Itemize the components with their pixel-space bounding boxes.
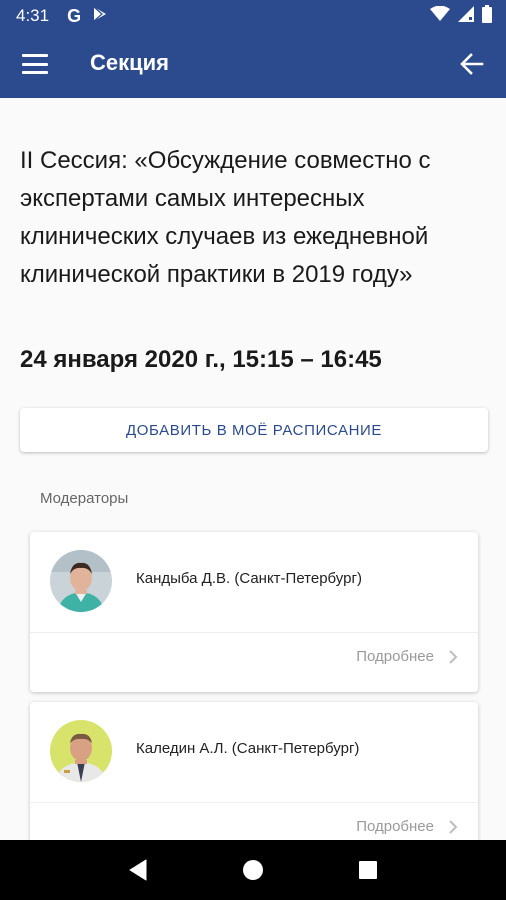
nav-recents-icon[interactable]	[353, 855, 383, 885]
page-title: Секция	[90, 50, 170, 75]
more-label: Подробнее	[356, 648, 434, 665]
more-link[interactable]: Подробнее	[356, 818, 458, 835]
avatar	[50, 550, 112, 612]
battery-icon	[482, 4, 492, 28]
hamburger-menu-icon[interactable]	[22, 54, 48, 74]
system-nav-bar	[0, 840, 506, 900]
google-icon: G	[67, 5, 82, 26]
main-content: II Сессия: «Обсуждение совместно с экспе…	[0, 98, 506, 840]
status-time: 4:31	[16, 6, 50, 25]
status-icons	[430, 4, 492, 28]
moderator-name: Кандыба Д.В. (Санкт-Петербург)	[136, 570, 362, 587]
moderators-section-label: Модераторы	[40, 490, 129, 507]
back-arrow-icon[interactable]	[458, 50, 486, 78]
more-label: Подробнее	[356, 818, 434, 835]
signal-icon	[458, 5, 474, 27]
toolbar: Секция	[0, 32, 506, 98]
moderator-card[interactable]: Кандыба Д.В. (Санкт-Петербург) Подробнее	[30, 532, 478, 692]
status-bar: 4:31 G	[0, 0, 506, 32]
divider	[30, 802, 478, 803]
divider	[30, 632, 478, 633]
avatar	[50, 720, 112, 782]
session-title: II Сессия: «Обсуждение совместно с экспе…	[20, 147, 431, 288]
moderator-card[interactable]: Каледин А.Л. (Санкт-Петербург) Подробнее	[30, 702, 478, 840]
wifi-icon	[430, 5, 450, 27]
nav-home-icon[interactable]	[238, 855, 268, 885]
more-link[interactable]: Подробнее	[356, 648, 458, 665]
chevron-right-icon	[449, 819, 458, 834]
add-to-schedule-button[interactable]: ДОБАВИТЬ В МОЁ РАСПИСАНИЕ	[20, 408, 488, 452]
moderator-name: Каледин А.Л. (Санкт-Петербург)	[136, 740, 360, 757]
play-store-icon	[93, 6, 107, 27]
chevron-right-icon	[449, 649, 458, 664]
nav-back-icon[interactable]	[123, 855, 153, 885]
session-time: 24 января 2020 г., 15:15 – 16:45	[20, 346, 382, 373]
app-bar: 4:31 G Секция	[0, 0, 506, 98]
